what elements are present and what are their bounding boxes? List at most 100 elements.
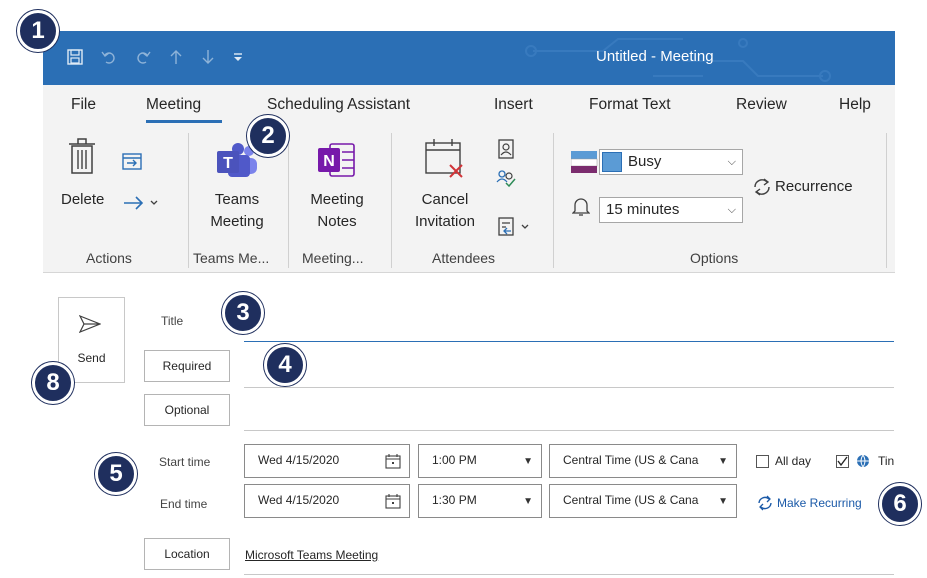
tab-insert[interactable]: Insert bbox=[494, 96, 533, 114]
location-value[interactable]: Microsoft Teams Meeting bbox=[245, 548, 378, 562]
tab-review[interactable]: Review bbox=[736, 96, 787, 114]
delete-icon[interactable] bbox=[69, 137, 95, 180]
group-label-options: Options bbox=[690, 250, 739, 266]
start-time-dropdown[interactable]: 1:00 PM ▼ bbox=[418, 444, 542, 478]
dropdown-arrow-icon: ▼ bbox=[523, 496, 533, 507]
recurrence-button[interactable]: Recurrence bbox=[775, 176, 853, 198]
callout-badge-3: 3 bbox=[222, 292, 264, 334]
dropdown-arrow-icon: ▼ bbox=[523, 456, 533, 467]
globe-icon bbox=[857, 454, 869, 468]
end-time-value: 1:30 PM bbox=[432, 493, 477, 507]
start-time-label: Start time bbox=[159, 455, 211, 469]
callout-badge-2: 2 bbox=[247, 115, 289, 157]
svg-text:T: T bbox=[223, 155, 233, 172]
address-book-icon[interactable] bbox=[498, 139, 514, 164]
optional-input[interactable] bbox=[244, 430, 894, 431]
ribbon-tabs: File Meeting Scheduling Assistant Insert… bbox=[43, 85, 895, 125]
end-time-label: End time bbox=[160, 497, 208, 511]
recurrence-icon[interactable] bbox=[752, 177, 772, 202]
tab-scheduling-assistant[interactable]: Scheduling Assistant bbox=[267, 96, 410, 114]
active-tab-indicator bbox=[146, 120, 222, 123]
recurring-icon[interactable] bbox=[757, 495, 773, 511]
callout-badge-6: 6 bbox=[879, 483, 921, 525]
window-title: Untitled - Meeting bbox=[596, 48, 714, 65]
tab-format-text[interactable]: Format Text bbox=[589, 96, 671, 114]
start-date-field[interactable]: Wed 4/15/2020 bbox=[244, 444, 410, 478]
show-as-dropdown[interactable]: Busy ⌵ bbox=[599, 149, 743, 175]
location-button[interactable]: Location bbox=[144, 538, 230, 570]
tab-meeting[interactable]: Meeting bbox=[146, 96, 201, 114]
end-timezone-dropdown[interactable]: Central Time (US & Cana ▼ bbox=[549, 484, 737, 518]
callout-badge-1: 1 bbox=[17, 10, 59, 52]
meeting-notes-button[interactable]: Meeting Notes bbox=[301, 189, 373, 233]
show-as-color-icon bbox=[570, 151, 599, 178]
tab-file[interactable]: File bbox=[71, 96, 96, 114]
group-separator bbox=[288, 133, 289, 268]
callout-badge-5: 5 bbox=[95, 453, 137, 495]
delete-button-label[interactable]: Delete bbox=[61, 189, 104, 211]
calendar-icon[interactable] bbox=[385, 454, 401, 469]
send-icon bbox=[79, 315, 101, 333]
down-arrow-icon[interactable] bbox=[201, 49, 215, 65]
dropdown-arrow-icon: ▼ bbox=[718, 496, 728, 507]
group-label-actions: Actions bbox=[86, 250, 132, 266]
required-button[interactable]: Required bbox=[144, 350, 230, 382]
svg-text:N: N bbox=[323, 153, 335, 170]
busy-swatch bbox=[602, 152, 622, 172]
start-time-value: 1:00 PM bbox=[432, 453, 477, 467]
up-arrow-icon[interactable] bbox=[169, 49, 183, 65]
group-label-notes: Meeting... bbox=[302, 250, 364, 266]
cancel-invitation-icon[interactable] bbox=[424, 137, 468, 184]
reminder-value: 15 minutes bbox=[606, 201, 680, 218]
title-bar: Untitled - Meeting bbox=[43, 31, 895, 85]
onenote-icon[interactable]: N bbox=[316, 142, 356, 183]
send-label: Send bbox=[77, 351, 106, 365]
cancel-invitation-button[interactable]: Cancel Invitation bbox=[405, 189, 485, 233]
end-time-dropdown[interactable]: 1:30 PM ▼ bbox=[418, 484, 542, 518]
group-separator bbox=[188, 133, 189, 268]
make-recurring-link[interactable]: Make Recurring bbox=[777, 496, 862, 510]
all-day-checkbox[interactable] bbox=[756, 455, 769, 468]
tab-help[interactable]: Help bbox=[839, 96, 871, 114]
location-input[interactable] bbox=[244, 574, 894, 575]
save-icon[interactable] bbox=[67, 49, 83, 65]
calendar-icon[interactable] bbox=[385, 494, 401, 509]
ribbon: Delete Actions T Teams Meeting Teams Me.… bbox=[43, 125, 895, 273]
redo-icon[interactable] bbox=[135, 49, 151, 65]
end-date-value: Wed 4/15/2020 bbox=[258, 493, 340, 507]
start-timezone-value: Central Time (US & Cana bbox=[563, 453, 699, 467]
reminder-dropdown[interactable]: 15 minutes ⌵ bbox=[599, 197, 743, 223]
check-names-icon[interactable] bbox=[496, 168, 516, 193]
quick-access-toolbar bbox=[67, 41, 243, 73]
dropdown-arrow-icon: ▼ bbox=[718, 456, 728, 467]
chevron-down-icon: ⌵ bbox=[727, 156, 736, 168]
forward-arrow-icon[interactable] bbox=[122, 195, 162, 216]
response-options-icon[interactable] bbox=[498, 217, 532, 242]
end-date-field[interactable]: Wed 4/15/2020 bbox=[244, 484, 410, 518]
customize-icon[interactable] bbox=[233, 52, 243, 62]
reminder-bell-icon bbox=[571, 197, 591, 222]
all-day-label: All day bbox=[775, 454, 812, 468]
start-timezone-dropdown[interactable]: Central Time (US & Cana ▼ bbox=[549, 444, 737, 478]
undo-icon[interactable] bbox=[101, 49, 117, 65]
notes-label-line1: Meeting bbox=[310, 191, 364, 208]
required-input[interactable] bbox=[244, 387, 894, 388]
optional-button[interactable]: Optional bbox=[144, 394, 230, 426]
checkmark-icon bbox=[837, 456, 848, 467]
callout-badge-8: 8 bbox=[32, 362, 74, 404]
cancel-label-line2: Invitation bbox=[414, 213, 476, 230]
teams-label-line2: Meeting bbox=[210, 213, 264, 230]
time-zones-checkbox[interactable] bbox=[836, 455, 849, 468]
notes-label-line2: Notes bbox=[317, 213, 357, 230]
time-zones-label: Tin bbox=[878, 454, 895, 468]
title-input[interactable] bbox=[244, 341, 894, 342]
teams-label-line1: Teams bbox=[214, 191, 260, 208]
title-label: Title bbox=[161, 314, 184, 328]
chevron-down-icon: ⌵ bbox=[727, 204, 736, 216]
teams-meeting-button[interactable]: Teams Meeting bbox=[201, 189, 273, 233]
calendar-move-icon[interactable] bbox=[122, 152, 142, 175]
group-separator bbox=[553, 133, 554, 268]
cancel-label-line1: Cancel bbox=[421, 191, 469, 208]
end-timezone-value: Central Time (US & Cana bbox=[563, 493, 699, 507]
group-separator bbox=[886, 133, 887, 268]
